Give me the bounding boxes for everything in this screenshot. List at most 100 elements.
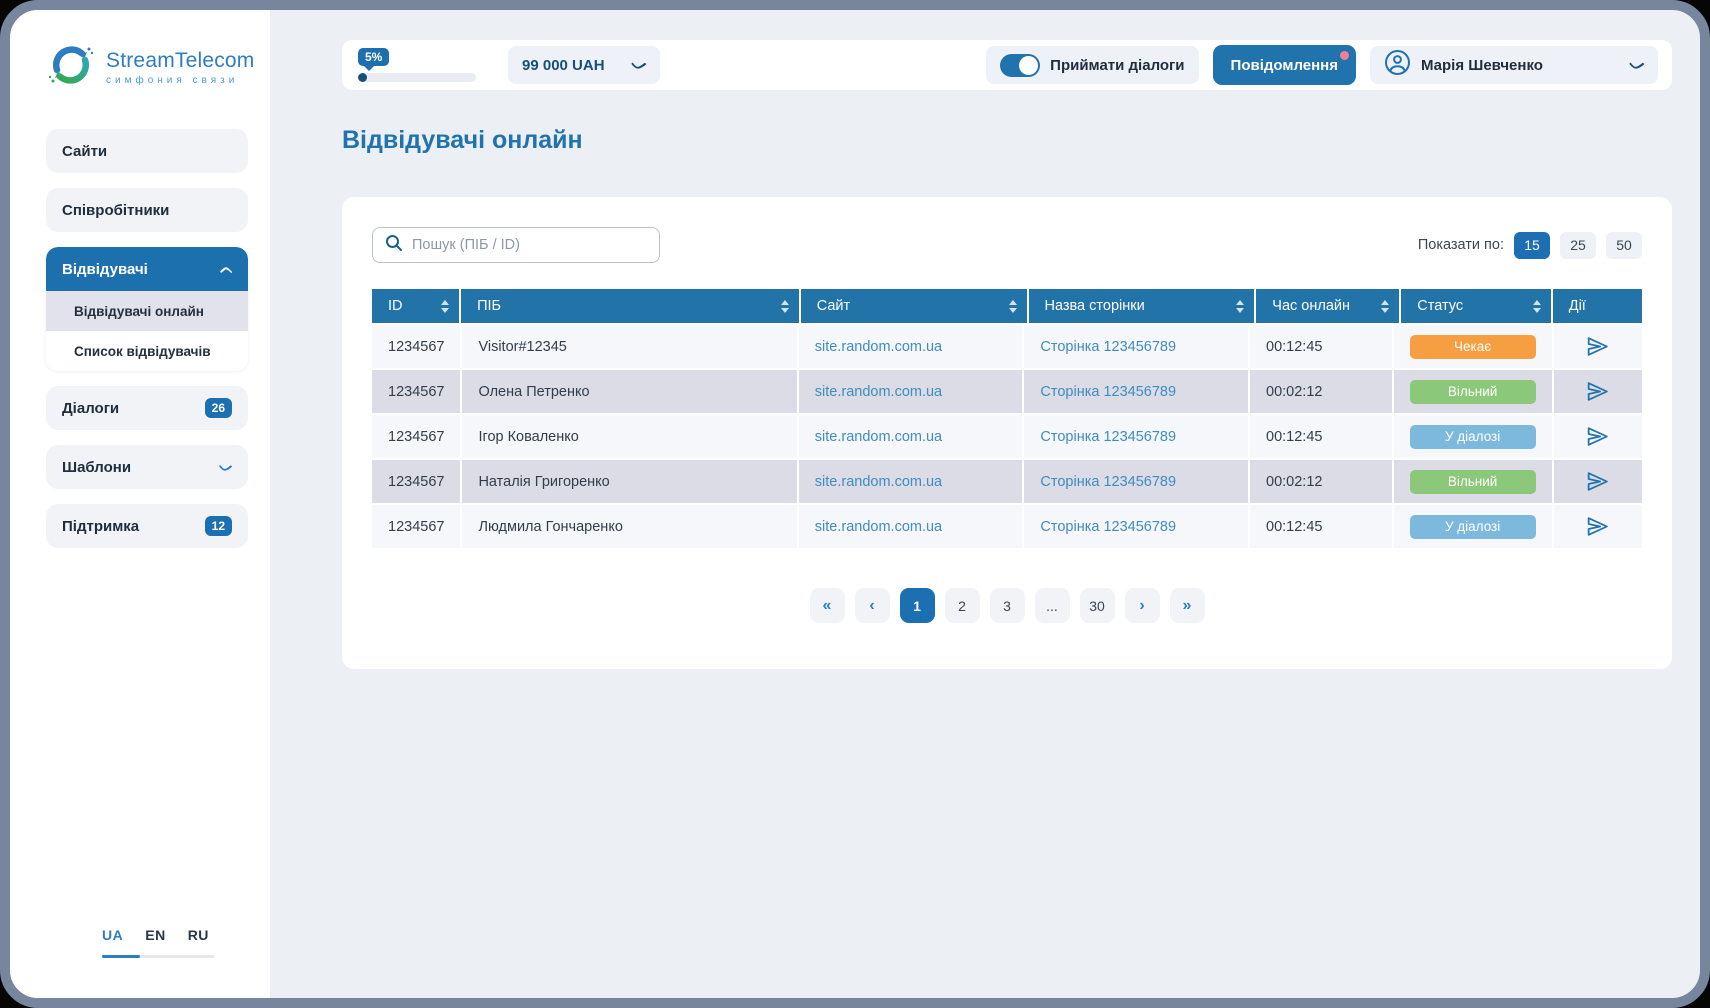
column-header-site[interactable]: Сайт [801,289,1027,323]
logo: StreamTelecom симфония связи [46,40,248,95]
site-link[interactable]: site.random.com.ua [815,519,942,535]
table-row: 1234567 Людмила Гончаренко site.random.c… [372,505,1642,548]
cell-status: Вільний [1394,370,1552,413]
cell-site: site.random.com.ua [799,460,1023,503]
sidebar-item-label: Шаблони [62,459,131,476]
cell-site: site.random.com.ua [799,370,1023,413]
chevron-down-icon: ᨆ [219,460,234,475]
cell-name: Людмила Гончаренко [462,505,796,548]
cell-page: Сторінка 123456789 [1024,505,1248,548]
page-link[interactable]: Сторінка 123456789 [1040,474,1176,490]
sort-icon [781,300,789,313]
pagination-arrow[interactable]: ‹ [855,588,890,623]
pagination-arrow[interactable]: « [810,588,845,623]
topbar: 5% 99 000 UAH ᨆ Приймати діалоги Повідом… [342,40,1672,90]
page-size-25[interactable]: 25 [1560,232,1596,259]
column-header-actions: Дії [1553,289,1642,323]
balance-dropdown[interactable]: 99 000 UAH ᨆ [508,46,660,84]
send-message-icon[interactable] [1585,379,1610,404]
sidebar-item-templates[interactable]: Шаблони ᨆ [46,445,248,489]
logo-title: StreamTelecom [106,49,254,73]
status-badge: Вільний [1410,470,1536,494]
language-underline [102,955,214,958]
sort-icon [1009,300,1017,313]
pagination-arrow[interactable]: › [1125,588,1160,623]
page-size-15[interactable]: 15 [1514,232,1550,259]
cell-status: У діалозі [1394,415,1552,458]
table-row: 1234567 Ігор Коваленко site.random.com.u… [372,415,1642,458]
language-en[interactable]: EN [145,927,165,943]
cell-site: site.random.com.ua [799,505,1023,548]
cell-time: 00:02:12 [1250,460,1392,503]
chevron-up-icon: ᨈ [220,262,234,277]
cell-page: Сторінка 123456789 [1024,415,1248,458]
sidebar-item-support[interactable]: Підтримка 12 [46,504,248,548]
page-link[interactable]: Сторінка 123456789 [1040,519,1176,535]
pagination: « ‹ 123... 30 › » [372,588,1642,623]
user-menu[interactable]: Марія Шевченко ᨆ [1370,46,1658,84]
site-link[interactable]: site.random.com.ua [815,474,942,490]
send-message-icon[interactable] [1585,514,1610,539]
notifications-label: Повідомлення [1231,57,1338,74]
page-title: Відвідувачі онлайн [342,126,1672,155]
page-link[interactable]: Сторінка 123456789 [1040,429,1176,445]
user-name: Марія Шевченко [1421,57,1622,74]
sidebar-item-dialogs[interactable]: Діалоги 26 [46,386,248,430]
visitors-table: ID ПІБ Сайт Назва сторінки Час онлайн Ст… [372,289,1642,548]
send-message-icon[interactable] [1585,334,1610,359]
balance-value: 99 000 UAH [522,57,605,74]
sidebar-item-label: Сайти [62,143,107,160]
cell-id: 1234567 [372,460,460,503]
language-ua[interactable]: UA [102,927,123,943]
page-size-50[interactable]: 50 [1606,232,1642,259]
column-header-page[interactable]: Назва сторінки [1029,289,1255,323]
page-link[interactable]: Сторінка 123456789 [1040,339,1176,355]
column-header-id[interactable]: ID [372,289,459,323]
site-link[interactable]: site.random.com.ua [815,339,942,355]
unread-dot [1340,51,1349,60]
sort-icon [1381,300,1389,313]
support-count-badge: 12 [205,516,232,536]
page-link[interactable]: Сторінка 123456789 [1040,384,1176,400]
cell-time: 00:12:45 [1250,505,1392,548]
content-card: Показати по: 15 25 50 ID ПІБ Сайт Назва … [342,197,1672,669]
sidebar-menu: Сайти Співробітники Відвідувачі ᨈ Відвід… [46,129,248,548]
cell-actions [1554,460,1642,503]
cell-page: Сторінка 123456789 [1024,325,1248,368]
pagination-page[interactable]: 2 [945,588,980,623]
site-link[interactable]: site.random.com.ua [815,384,942,400]
send-message-icon[interactable] [1585,424,1610,449]
cell-page: Сторінка 123456789 [1024,460,1248,503]
pagination-arrow[interactable]: » [1170,588,1205,623]
send-message-icon[interactable] [1585,469,1610,494]
avatar-icon [1384,49,1411,81]
site-link[interactable]: site.random.com.ua [815,429,942,445]
balance-progress: 5% [358,48,478,82]
table-header: ID ПІБ Сайт Назва сторінки Час онлайн Ст… [372,289,1642,323]
language-ru[interactable]: RU [188,927,209,943]
pagination-page[interactable]: 30 [1080,588,1115,623]
sort-icon [441,300,449,313]
pagination-page[interactable]: ... [1035,588,1070,623]
sidebar-item-visitors-list[interactable]: Список відвідувачів [46,331,248,371]
search-box [372,227,660,263]
cell-status: Вільний [1394,460,1552,503]
sidebar-item-visitors-online[interactable]: Відвідувачі онлайн [46,291,248,331]
table-body: 1234567 Visitor#12345 site.random.com.ua… [372,325,1642,548]
pagination-page[interactable]: 3 [990,588,1025,623]
sidebar-item-label: Підтримка [62,518,139,535]
accept-dialogs-toggle[interactable] [1000,54,1040,77]
sidebar-item-sites[interactable]: Сайти [46,129,248,173]
notifications-button[interactable]: Повідомлення [1213,45,1356,85]
column-header-status[interactable]: Статус [1401,289,1550,323]
status-badge: У діалозі [1410,425,1536,449]
column-header-name[interactable]: ПІБ [461,289,799,323]
sidebar-item-employees[interactable]: Співробітники [46,188,248,232]
column-header-time[interactable]: Час онлайн [1256,289,1399,323]
search-input[interactable] [412,237,647,253]
chevron-down-icon: ᨆ [1629,57,1647,73]
accept-dialogs-label: Приймати діалоги [1050,57,1184,74]
pagination-page[interactable]: 1 [900,588,935,623]
sidebar-item-visitors[interactable]: Відвідувачі ᨈ [46,247,248,291]
cell-id: 1234567 [372,370,460,413]
